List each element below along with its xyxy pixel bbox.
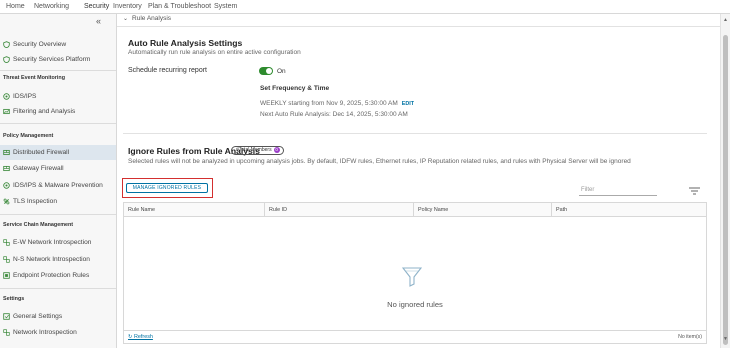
sidebar-item-endpoint-protection[interactable]: Endpoint Protection Rules [0, 268, 116, 283]
sidebar-item-label: IDS/IPS [13, 93, 37, 100]
sidebar-item-label: Security Overview [13, 41, 67, 48]
filter-input[interactable]: Filter [579, 184, 657, 196]
column-rule-name[interactable]: Rule Name [124, 203, 264, 217]
tab-home[interactable]: Home [6, 1, 25, 12]
sidebar-item-label: Network Introspection [13, 329, 77, 336]
main-content: ⌄ Rule Analysis Auto Rule Analysis Settin… [117, 14, 720, 348]
item-count: No item(s) [678, 334, 702, 340]
scroll-up-icon[interactable]: ▲ [723, 17, 728, 23]
filter-options-icon[interactable] [689, 187, 700, 195]
sidebar-item-label: IDS/IPS & Malware Prevention [13, 182, 103, 189]
schedule-toggle[interactable] [259, 67, 273, 75]
shield-icon [3, 41, 10, 48]
sidebar-divider [0, 288, 116, 289]
sidebar-group-policy: Policy Management [3, 133, 54, 139]
tab-system[interactable]: System [214, 1, 237, 12]
sidebar-group-chain: Service Chain Management [3, 222, 74, 228]
endpoint-icon [3, 272, 10, 279]
sidebar-item-label: Security Services Platform [13, 56, 91, 63]
settings-icon [3, 313, 10, 320]
sidebar-item-label: E-W Network Introspection [13, 239, 92, 246]
breadcrumb-label: Rule Analysis [132, 15, 172, 22]
weekly-schedule-text: WEEKLY starting from Nov 9, 2025, 5:30:0… [260, 100, 398, 107]
top-nav: Home Networking Inventory Plan & Trouble… [0, 0, 730, 14]
radar-icon [3, 182, 10, 189]
empty-state-text: No ignored rules [387, 300, 443, 309]
collapse-sidebar-icon[interactable]: « [96, 16, 101, 26]
sidebar-item-label: Gateway Firewall [13, 165, 64, 172]
tab-networking[interactable]: Networking [34, 1, 69, 12]
sidebar-divider [0, 214, 116, 215]
sidebar-item-ids-ips-malware[interactable]: IDS/IPS & Malware Prevention [0, 178, 116, 193]
scrollbar-thumb[interactable] [723, 35, 728, 345]
sidebar-item-label: Filtering and Analysis [13, 108, 76, 115]
network-icon [3, 329, 10, 336]
sidebar-divider [0, 70, 116, 71]
firewall-icon [3, 165, 10, 172]
total-members-badge: #Total Members 0 [231, 146, 284, 155]
sidebar-item-ew-introspection[interactable]: E-W Network Introspection [0, 235, 116, 250]
refresh-label: Refresh [134, 334, 153, 340]
column-policy-name[interactable]: Policy Name [413, 203, 551, 217]
badge-count: 0 [273, 147, 280, 153]
ignored-rules-grid: Rule Name Rule ID Policy Name Path No ig… [123, 202, 707, 344]
sidebar-item-network-introspection[interactable]: Network Introspection [0, 325, 116, 340]
sidebar-item-security-services-platform[interactable]: Security Services Platform [0, 52, 116, 67]
highlight-box: MANAGE IGNORED RULES [122, 178, 213, 198]
toggle-state-label: On [277, 68, 286, 75]
grid-footer: ↻ Refresh No item(s) [124, 330, 706, 343]
sidebar-item-distributed-firewall[interactable]: Distributed Firewall [0, 145, 116, 160]
sidebar-item-security-overview[interactable]: Security Overview [0, 37, 116, 52]
network-icon [3, 239, 10, 246]
shield-icon [3, 56, 10, 63]
sidebar-item-tls-inspection[interactable]: TLS Inspection [0, 194, 116, 209]
filter-chart-icon [3, 108, 10, 115]
edit-frequency-link[interactable]: EDIT [402, 101, 414, 107]
breadcrumb[interactable]: ⌄ Rule Analysis [123, 15, 171, 22]
frequency-text: WEEKLY starting from Nov 9, 2025, 5:30:0… [260, 100, 414, 107]
sidebar-item-gateway-firewall[interactable]: Gateway Firewall [0, 161, 116, 176]
network-icon [3, 256, 10, 263]
divider [117, 26, 720, 27]
column-path[interactable]: Path [551, 203, 706, 217]
refresh-link[interactable]: ↻ Refresh [128, 334, 153, 340]
radar-icon [3, 93, 10, 100]
chevron-down-icon: ⌄ [123, 16, 129, 22]
sidebar-item-label: Distributed Firewall [13, 149, 70, 156]
sidebar-item-label: Endpoint Protection Rules [13, 272, 90, 279]
ignore-rules-subtitle: Selected rules will not be analyzed in u… [128, 158, 631, 165]
tab-plan-troubleshoot[interactable]: Plan & Troubleshoot [148, 1, 211, 12]
lock-shield-icon [3, 198, 10, 205]
tab-security[interactable]: Security [84, 1, 109, 12]
column-rule-id[interactable]: Rule ID [264, 203, 413, 217]
sidebar-group-settings: Settings [3, 296, 25, 302]
sidebar-group-threat: Threat Event Monitoring [3, 75, 65, 81]
auto-analysis-title: Auto Rule Analysis Settings [128, 38, 243, 48]
tab-inventory[interactable]: Inventory [113, 1, 142, 12]
frequency-title: Set Frequency & Time [260, 85, 330, 92]
grid-header: Rule Name Rule ID Policy Name Path [124, 203, 706, 217]
sidebar-item-filtering-analysis[interactable]: Filtering and Analysis [0, 104, 116, 119]
sidebar-item-label: TLS Inspection [13, 198, 57, 205]
vertical-scrollbar[interactable]: ▲ ▼ [720, 14, 730, 348]
sidebar-item-ns-introspection[interactable]: N-S Network Introspection [0, 252, 116, 267]
manage-ignored-rules-button[interactable]: MANAGE IGNORED RULES [126, 183, 208, 193]
sidebar-item-general-settings[interactable]: General Settings [0, 309, 116, 324]
schedule-label: Schedule recurring report [128, 67, 207, 74]
firewall-icon [3, 149, 10, 156]
empty-filter-icon [402, 267, 422, 287]
scroll-down-icon[interactable]: ▼ [723, 336, 728, 342]
section-divider [123, 133, 707, 134]
auto-analysis-subtitle: Automatically run rule analysis on entir… [128, 49, 301, 56]
sidebar-item-label: General Settings [13, 313, 63, 320]
sidebar-item-label: N-S Network Introspection [13, 256, 90, 263]
sidebar: « Security Overview Security Services Pl… [0, 14, 117, 348]
sidebar-item-ids-ips[interactable]: IDS/IPS [0, 89, 116, 104]
next-analysis-text: Next Auto Rule Analysis: Dec 14, 2025, 5… [260, 111, 408, 118]
sidebar-divider [0, 123, 116, 124]
badge-label: #Total Members [236, 147, 272, 153]
